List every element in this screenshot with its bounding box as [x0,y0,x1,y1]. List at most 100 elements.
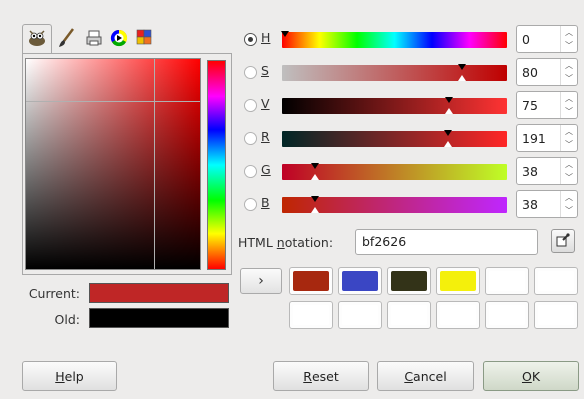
spin-b-value: 38 [522,197,538,212]
spin-s[interactable]: 80 ︿ ﹀ [516,58,578,86]
spin-s-arrows[interactable]: ︿ ﹀ [560,59,577,85]
help-mnemonic: H [55,368,65,384]
current-label: Current: [28,286,80,301]
slider-v[interactable] [282,98,507,114]
history-swatch-7[interactable] [289,301,333,329]
history-color [489,305,525,325]
crosshair-horizontal [26,101,200,102]
html-label-mnemonic: n [276,235,285,250]
history-color [538,305,574,325]
arrow-down-icon: ﹀ [565,107,573,116]
arrow-down-icon: ﹀ [565,206,573,215]
radio-b[interactable] [244,198,257,211]
spin-h-value: 0 [522,32,530,47]
spin-b-arrows[interactable]: ︿ ﹀ [560,191,577,217]
reset-button[interactable]: Reset [273,361,369,391]
color-wheel-icon [110,29,128,50]
eyedropper-icon [556,232,570,250]
arrow-down-icon: ﹀ [565,140,573,149]
label-g: G [261,162,271,177]
cmyk-printer-icon [85,29,103,50]
radio-r[interactable] [244,132,257,145]
spin-h-arrows[interactable]: ︿ ﹀ [560,26,577,52]
history-color [391,271,427,291]
radio-s[interactable] [244,66,257,79]
slider-b-marker-bottom [311,207,319,213]
color-picker-button[interactable] [551,229,575,253]
history-color [538,271,574,291]
add-to-history-button[interactable]: › [240,268,282,294]
spin-g-value: 38 [522,164,538,179]
html-notation-input[interactable]: bf2626 [355,229,538,255]
slider-r-marker [444,130,452,136]
spin-v[interactable]: 75 ︿ ﹀ [516,91,578,119]
history-swatch-4[interactable] [436,267,480,295]
spin-g-arrows[interactable]: ︿ ﹀ [560,158,577,184]
history-swatch-3[interactable] [387,267,431,295]
current-color-swatch [89,283,229,303]
spin-s-value: 80 [522,65,538,80]
history-color [489,271,525,291]
saturation-value-square[interactable] [25,58,201,270]
tab-palette-selector[interactable] [132,24,156,54]
spin-v-arrows[interactable]: ︿ ﹀ [560,92,577,118]
tab-gimp-selector[interactable] [22,24,52,54]
slider-s-marker [458,64,466,70]
html-label-post: otation: [284,235,334,250]
arrow-up-icon: ︿ [565,160,573,169]
history-color [293,271,329,291]
palette-icon [135,29,153,50]
tab-watercolor-selector[interactable] [54,24,80,54]
help-button[interactable]: Help [22,361,117,391]
arrow-down-icon: ﹀ [565,41,573,50]
arrow-up-icon: ︿ [565,61,573,70]
label-b: B [261,195,270,210]
spin-v-value: 75 [522,98,538,113]
history-swatch-1[interactable] [289,267,333,295]
tab-wheel-selector[interactable] [108,24,130,54]
spin-r-arrows[interactable]: ︿ ﹀ [560,125,577,151]
arrow-up-icon: ︿ [565,193,573,202]
label-s: S [261,63,269,78]
slider-s[interactable] [282,65,507,81]
slider-b-marker [311,196,319,202]
gimp-wilber-icon [27,29,47,50]
reset-mnemonic: R [303,368,312,384]
slider-h[interactable] [282,32,507,48]
spin-r[interactable]: 191 ︿ ﹀ [516,124,578,152]
crosshair-vertical [154,59,155,269]
slider-s-marker-bottom [458,75,466,81]
html-notation-label: HTML notation: [238,235,333,250]
radio-v[interactable] [244,99,257,112]
history-swatch-11[interactable] [485,301,529,329]
spin-h[interactable]: 0 ︿ ﹀ [516,25,578,53]
radio-g[interactable] [244,165,257,178]
reset-label: eset [311,368,339,384]
history-swatch-8[interactable] [338,301,382,329]
arrow-down-icon: ﹀ [565,74,573,83]
arrow-up-icon: ︿ [565,94,573,103]
history-swatch-10[interactable] [436,301,480,329]
old-color-swatch[interactable] [89,308,229,328]
history-swatch-5[interactable] [485,267,529,295]
history-swatch-12[interactable] [534,301,578,329]
slider-v-marker-bottom [445,108,453,114]
label-v: V [261,96,270,111]
history-color [342,305,378,325]
help-label: elp [64,368,84,384]
tab-cmyk-selector[interactable] [82,24,106,54]
cancel-button[interactable]: Cancel [377,361,474,391]
ok-button[interactable]: OK [483,361,579,391]
history-swatch-6[interactable] [534,267,578,295]
radio-h[interactable] [244,33,257,46]
slider-g-marker-bottom [311,174,319,180]
history-swatch-9[interactable] [387,301,431,329]
arrow-up-icon: ︿ [565,28,573,37]
hue-strip[interactable] [207,60,226,270]
history-color [391,305,427,325]
spin-g[interactable]: 38 ︿ ﹀ [516,157,578,185]
spin-b[interactable]: 38 ︿ ﹀ [516,190,578,218]
history-swatch-2[interactable] [338,267,382,295]
slider-h-marker [281,31,289,37]
slider-r[interactable] [282,131,507,147]
